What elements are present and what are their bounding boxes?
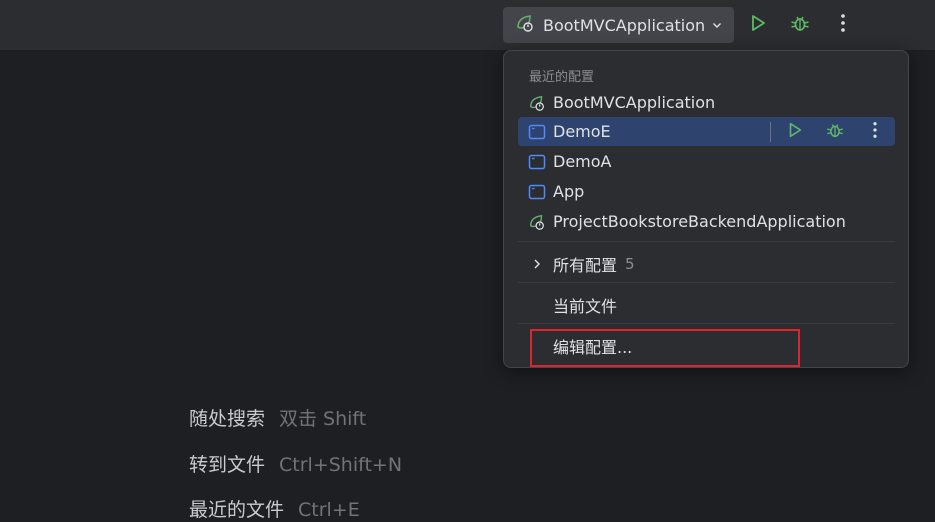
blank-icon-slot (528, 337, 546, 355)
all-configurations-item[interactable]: 所有配置 5 (518, 249, 895, 278)
hint-action: 转到文件 (189, 454, 266, 476)
more-actions-button[interactable] (830, 12, 856, 38)
application-icon (528, 123, 546, 141)
more-vertical-icon (872, 121, 878, 143)
current-file-label: 当前文件 (553, 296, 618, 316)
chevron-right-icon (528, 255, 546, 273)
all-configurations-label: 所有配置 (553, 255, 618, 275)
config-item-label: BootMVCApplication (553, 93, 716, 112)
debug-icon (789, 12, 811, 38)
run-button[interactable] (745, 12, 771, 38)
recent-configurations-header: 最近的配置 (529, 70, 595, 85)
current-file-item[interactable]: 当前文件 (518, 290, 895, 319)
blank-icon-slot (528, 296, 546, 314)
application-icon (528, 153, 546, 171)
config-debug-button[interactable] (823, 120, 847, 144)
config-item-label: ProjectBookstoreBackendApplication (553, 212, 846, 231)
spring-boot-icon (515, 13, 535, 37)
hint-shortcut: 双击 Shift (279, 408, 367, 430)
edit-configurations-item[interactable]: 编辑配置... (518, 331, 895, 360)
edit-configurations-label: 编辑配置... (553, 337, 633, 357)
hint-shortcut: Ctrl+Shift+N (279, 454, 403, 476)
spring-boot-icon (528, 213, 546, 231)
config-item-app[interactable]: App (518, 177, 895, 206)
application-icon (528, 183, 546, 201)
hint-shortcut: Ctrl+E (298, 499, 360, 521)
spring-boot-icon (528, 94, 546, 112)
chevron-down-icon (711, 19, 723, 31)
config-more-button[interactable] (863, 120, 887, 144)
config-item-label: DemoA (553, 152, 612, 171)
run-configurations-popup: 最近的配置 BootMVCApplication DemoE DemoA App… (503, 50, 909, 368)
debug-button[interactable] (787, 12, 813, 38)
actions-divider (770, 121, 771, 142)
hint-recent-files: 最近的文件 Ctrl+E (189, 495, 360, 522)
config-run-button[interactable] (783, 120, 807, 144)
all-configurations-count: 5 (625, 254, 635, 273)
config-item-actions (770, 117, 895, 146)
run-icon (786, 121, 804, 143)
hint-search-everywhere: 随处搜索 双击 Shift (189, 404, 366, 431)
config-item-projectbookstorebackendapplication[interactable]: ProjectBookstoreBackendApplication (518, 207, 895, 236)
config-item-demoa[interactable]: DemoA (518, 147, 895, 176)
debug-icon (825, 120, 845, 144)
config-item-demoe[interactable]: DemoE (518, 117, 895, 146)
run-icon (748, 13, 768, 37)
more-vertical-icon (840, 13, 846, 37)
divider (518, 323, 895, 324)
run-configuration-selector[interactable]: BootMVCApplication (503, 7, 734, 43)
divider (518, 282, 895, 283)
hint-action: 随处搜索 (189, 408, 266, 430)
run-configuration-name: BootMVCApplication (543, 15, 706, 35)
config-item-label: DemoE (553, 122, 611, 141)
config-item-bootmvcapplication[interactable]: BootMVCApplication (518, 88, 895, 117)
config-item-label: App (553, 182, 585, 201)
main-toolbar: BootMVCApplication (0, 0, 935, 51)
hint-goto-file: 转到文件 Ctrl+Shift+N (189, 450, 402, 477)
divider (518, 241, 895, 242)
hint-action: 最近的文件 (189, 499, 285, 521)
